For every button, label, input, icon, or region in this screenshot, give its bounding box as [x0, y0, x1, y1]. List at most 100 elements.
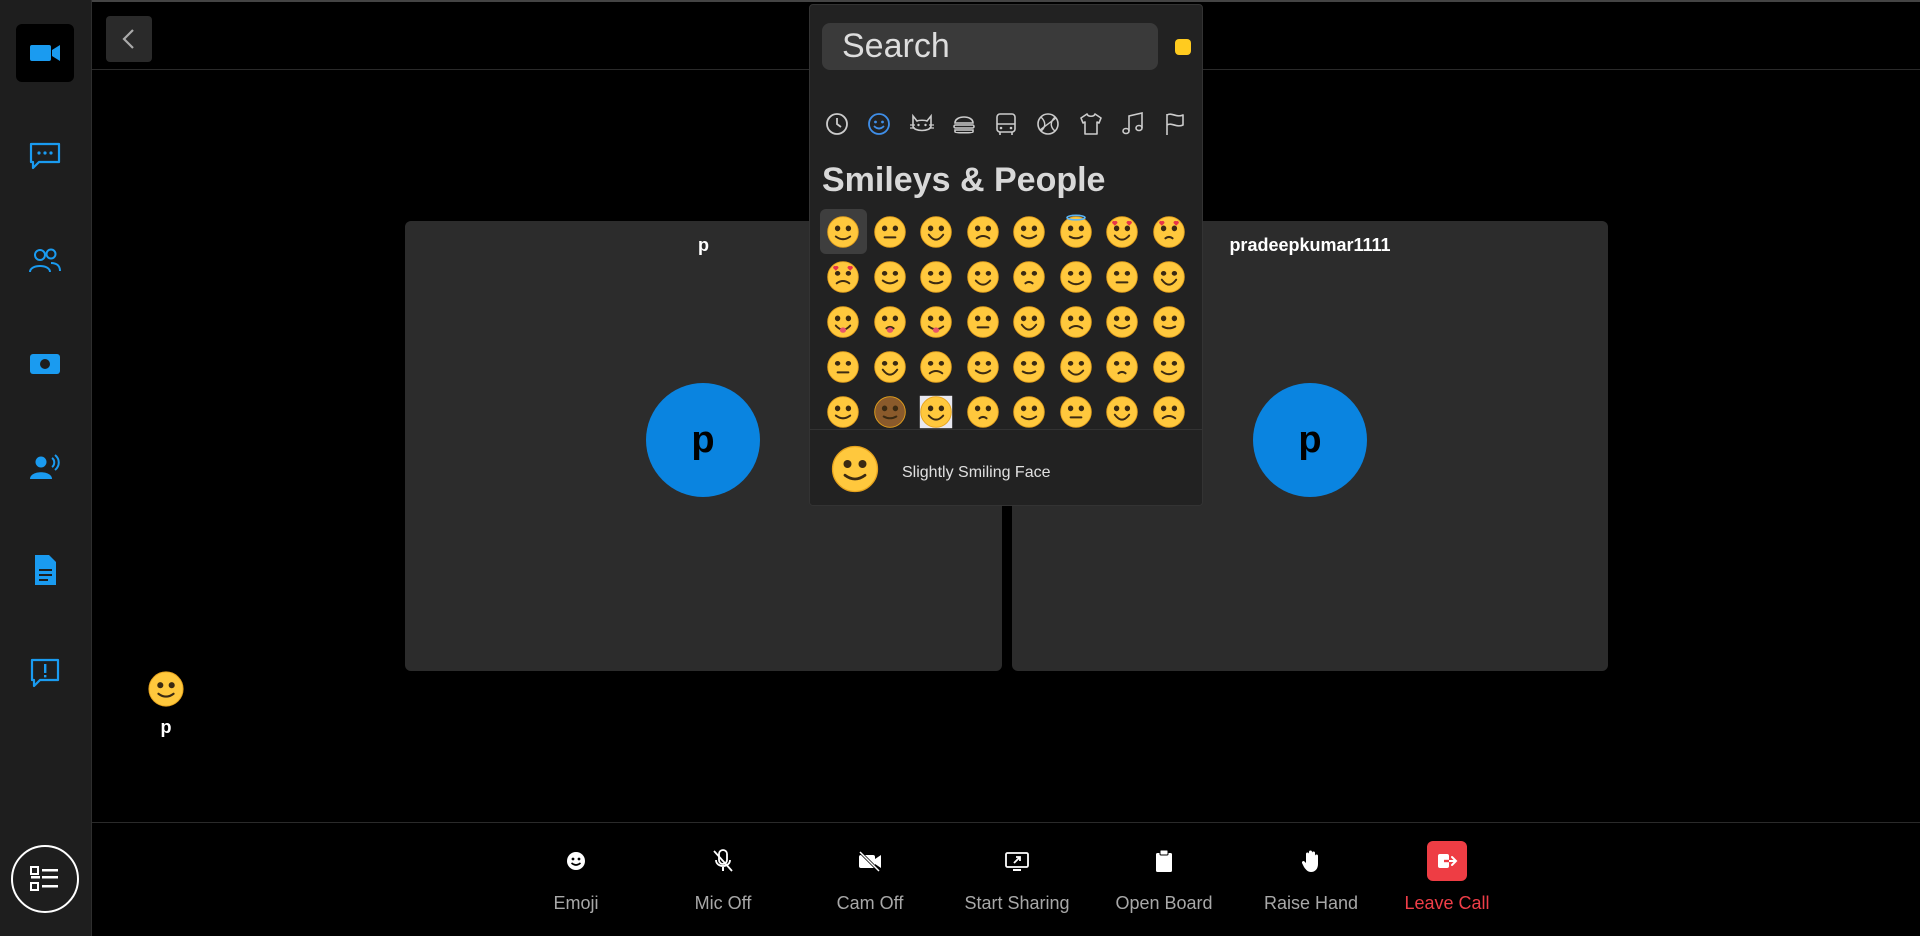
emoji-item[interactable] — [867, 254, 914, 299]
emoji-item[interactable] — [867, 389, 914, 434]
category-tabs — [820, 107, 1192, 141]
mic-off-button[interactable]: Mic Off — [658, 823, 788, 936]
sidebar-item-chat[interactable] — [16, 127, 74, 185]
start-sharing-button[interactable]: Start Sharing — [952, 823, 1082, 936]
emoji-item[interactable] — [960, 209, 1007, 254]
emoji-item[interactable] — [1099, 389, 1146, 434]
tab-activity[interactable] — [1031, 107, 1065, 141]
emoji-preview: Slightly Smiling Face — [810, 429, 1202, 505]
emoji-item[interactable] — [820, 254, 867, 299]
hand-icon — [1301, 850, 1318, 872]
emoji-item[interactable] — [1146, 389, 1193, 434]
emoji-item[interactable] — [913, 299, 960, 344]
emoji-item[interactable] — [1099, 344, 1146, 389]
emoji-item[interactable] — [960, 389, 1007, 434]
emoji-item[interactable] — [1146, 254, 1193, 299]
emoji-item[interactable] — [1006, 389, 1053, 434]
avatar: p — [1253, 383, 1367, 497]
emoji-item[interactable] — [1099, 209, 1146, 254]
open-board-button[interactable]: Open Board — [1099, 823, 1229, 936]
emoji-item[interactable] — [820, 344, 867, 389]
reaction-emoji — [146, 670, 186, 713]
emoji-item[interactable] — [820, 209, 867, 254]
back-button[interactable] — [106, 16, 152, 62]
emoji-item[interactable] — [1053, 254, 1100, 299]
emoji-item[interactable] — [867, 209, 914, 254]
tab-animals[interactable] — [905, 107, 939, 141]
emoji-item[interactable] — [820, 299, 867, 344]
sidebar-item-recording[interactable] — [16, 335, 74, 393]
objects-icon — [1079, 113, 1102, 135]
emoji-item[interactable] — [913, 209, 960, 254]
smiley-face-icon — [1060, 260, 1092, 293]
tab-recent[interactable] — [820, 107, 854, 141]
emoji-item[interactable] — [1146, 209, 1193, 254]
sidebar-item-video[interactable] — [16, 24, 74, 82]
emoji-item[interactable] — [913, 389, 960, 434]
search-box[interactable] — [822, 23, 1202, 70]
emoji-item[interactable] — [1146, 344, 1193, 389]
recording-icon — [30, 354, 60, 374]
emoji-item[interactable] — [960, 299, 1007, 344]
emoji-item[interactable] — [1053, 299, 1100, 344]
smiley-face-icon — [827, 350, 859, 383]
exit-icon — [1438, 854, 1458, 868]
smiley-face-icon — [1013, 260, 1045, 293]
preview-name: Slightly Smiling Face — [902, 464, 1051, 481]
emoji-item[interactable] — [960, 254, 1007, 299]
emoji-item[interactable] — [1099, 254, 1146, 299]
emoji-item[interactable] — [1006, 209, 1053, 254]
sidebar-item-participants[interactable] — [16, 232, 74, 290]
food-icon — [952, 116, 975, 134]
emoji-item[interactable] — [913, 254, 960, 299]
cam-off-button[interactable]: Cam Off — [805, 823, 935, 936]
skin-tone-selector[interactable] — [1175, 39, 1191, 55]
smiley-face-icon — [920, 350, 952, 383]
smiley-face-icon — [1060, 305, 1092, 338]
emoji-button[interactable]: Emoji — [511, 823, 641, 936]
smiley-icon — [868, 113, 891, 135]
symbols-icon — [1121, 111, 1143, 135]
emoji-item[interactable] — [820, 389, 867, 434]
sidebar-item-speaker[interactable] — [16, 438, 74, 496]
smiley-face-icon — [967, 395, 999, 428]
emoji-item[interactable] — [1053, 389, 1100, 434]
emoji-item[interactable] — [1053, 344, 1100, 389]
avatar: p — [646, 383, 760, 497]
tab-travel[interactable] — [989, 107, 1023, 141]
smiley-face-icon — [1060, 395, 1092, 428]
emoji-item[interactable] — [913, 344, 960, 389]
sidebar-item-report[interactable] — [16, 644, 74, 702]
emoji-item[interactable] — [1099, 299, 1146, 344]
menu-button[interactable] — [11, 845, 79, 913]
leave-icon-box — [1427, 841, 1467, 881]
raise-hand-button[interactable]: Raise Hand — [1246, 823, 1376, 936]
video-icon — [30, 45, 60, 61]
tab-flags[interactable] — [1158, 107, 1192, 141]
emoji-item[interactable] — [960, 344, 1007, 389]
leave-call-button[interactable]: Leave Call — [1382, 823, 1512, 936]
search-input[interactable] — [842, 23, 1202, 70]
emoji-item[interactable] — [1146, 299, 1193, 344]
smiley-face-icon — [1153, 350, 1185, 383]
mic-off-label: Mic Off — [694, 893, 752, 913]
tab-smileys[interactable] — [862, 107, 896, 141]
emoji-item[interactable] — [1053, 209, 1100, 254]
leave-call-label: Leave Call — [1404, 893, 1490, 913]
emoji-item[interactable] — [867, 299, 914, 344]
smiley-face-icon — [1153, 395, 1185, 428]
raise-hand-label: Raise Hand — [1263, 893, 1359, 913]
tab-objects[interactable] — [1074, 107, 1108, 141]
sidebar — [0, 0, 92, 936]
smiley-face-icon — [920, 215, 952, 248]
smiley-face-icon — [1153, 215, 1185, 248]
smiley-face-icon — [1106, 260, 1138, 293]
emoji-item[interactable] — [867, 344, 914, 389]
sidebar-item-document[interactable] — [16, 541, 74, 599]
tab-food[interactable] — [947, 107, 981, 141]
emoji-item[interactable] — [1006, 344, 1053, 389]
tab-symbols[interactable] — [1116, 107, 1150, 141]
emoji-picker: Smileys & People Slightly Smiling Face — [809, 4, 1203, 506]
emoji-item[interactable] — [1006, 254, 1053, 299]
emoji-item[interactable] — [1006, 299, 1053, 344]
